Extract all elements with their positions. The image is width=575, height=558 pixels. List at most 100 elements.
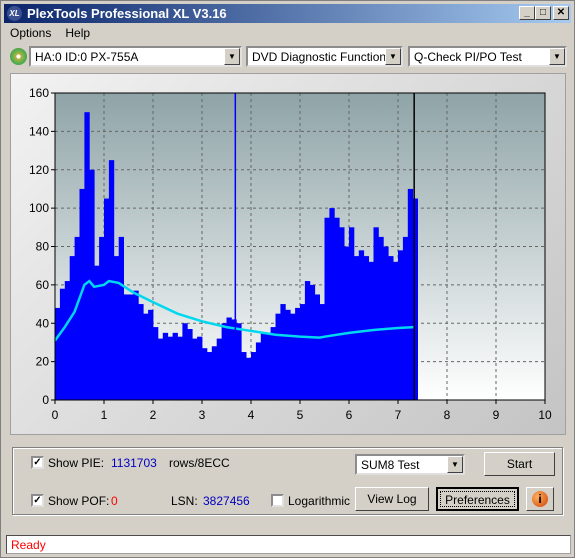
pie-bar (378, 236, 384, 400)
lsn-value: 3827456 (203, 494, 250, 508)
pie-bar (167, 336, 173, 400)
pie-bar (153, 327, 159, 400)
pie-bar (373, 227, 379, 400)
pie-bar (172, 332, 178, 400)
pie-bar (197, 336, 203, 400)
y-tick-label: 120 (29, 163, 49, 177)
x-tick-label: 0 (52, 408, 59, 422)
pie-bar (64, 281, 71, 400)
pie-bar (304, 281, 311, 400)
pie-bar (260, 332, 267, 400)
pie-bar (99, 236, 105, 400)
info-icon: i (532, 491, 548, 507)
pi-po-chart: 0 1 2 3 4 5 6 7 8 9 10020406080100120140160 (29, 86, 552, 422)
x-tick-label: 10 (538, 408, 552, 422)
show-pof-label: Show POF: (48, 494, 110, 508)
pie-bar (270, 327, 276, 400)
pie-bar (280, 304, 286, 400)
x-tick-label: 9 (493, 408, 500, 422)
y-tick-label: 100 (29, 201, 49, 215)
test-mode-select[interactable]: SUM8 Test ▼ (355, 454, 465, 475)
pie-bar (319, 304, 325, 400)
pof-value: 0 (111, 494, 118, 508)
x-tick-label: 7 (395, 408, 402, 422)
pie-bar (55, 307, 61, 400)
pie-value: 1131703 (111, 456, 157, 470)
pie-bar (206, 352, 213, 400)
pie-bar (309, 284, 316, 400)
x-tick-label: 2 (150, 408, 157, 422)
y-tick-label: 40 (36, 316, 50, 330)
pie-bar (192, 338, 198, 400)
pie-bar (349, 227, 355, 400)
pie-bar (128, 294, 134, 400)
logarithmic-checkbox[interactable] (271, 494, 284, 507)
pie-bar (138, 304, 144, 400)
pie-bar (324, 217, 330, 400)
y-tick-label: 60 (36, 278, 50, 292)
pie-bar (236, 323, 242, 400)
x-tick-label: 6 (346, 408, 353, 422)
pie-bar (226, 317, 232, 400)
y-tick-label: 80 (36, 240, 50, 254)
status-bar: Ready (6, 535, 571, 554)
pie-bar (255, 342, 262, 400)
pie-bar (344, 246, 350, 400)
pie-bar (314, 294, 320, 400)
pie-bar (162, 332, 169, 400)
show-pie-label: Show PIE: (48, 456, 105, 470)
y-tick-label: 0 (42, 393, 49, 407)
test-mode-value: SUM8 Test (361, 458, 420, 472)
pie-bar (216, 338, 222, 400)
pie-bar (104, 198, 110, 400)
pie-bar (211, 346, 218, 400)
pie-bar (187, 329, 193, 400)
pie-bar (69, 256, 75, 400)
logarithmic-label: Logarithmic (288, 494, 351, 508)
pie-bar (265, 332, 271, 400)
pie-bar (59, 288, 66, 400)
view-log-button[interactable]: View Log (355, 487, 429, 511)
pie-bar (398, 250, 404, 400)
main-window: XL PlexTools Professional XL V3.16 _ □ ✕… (0, 0, 575, 558)
x-tick-label: 8 (444, 408, 451, 422)
pie-bar (118, 236, 124, 400)
pie-bar (295, 307, 301, 400)
start-button[interactable]: Start (484, 452, 555, 476)
show-pie-checkbox[interactable]: ✓ (31, 456, 44, 469)
chevron-down-icon[interactable]: ▼ (447, 456, 463, 473)
lsn-label: LSN: (171, 494, 198, 508)
pie-bar (285, 309, 291, 400)
pie-bar (251, 352, 257, 400)
pie-bar (182, 323, 188, 400)
x-tick-label: 5 (297, 408, 304, 422)
pie-bar (133, 290, 139, 400)
pie-bar (363, 256, 369, 400)
pie-bar (407, 188, 414, 400)
pie-bar (157, 338, 164, 400)
pie-bar (113, 256, 120, 400)
y-tick-label: 20 (36, 355, 50, 369)
pie-bar (339, 227, 345, 400)
pie-bar (143, 313, 149, 400)
x-tick-label: 3 (199, 408, 206, 422)
pie-bar (74, 236, 80, 400)
pie-unit: rows/8ECC (169, 456, 230, 470)
pie-bar (353, 256, 360, 400)
pie-bar (393, 261, 399, 400)
y-tick-label: 140 (29, 124, 49, 138)
pie-bar (329, 208, 335, 400)
pie-bar (358, 250, 365, 400)
x-tick-label: 1 (101, 408, 108, 422)
pie-bar (290, 313, 296, 400)
show-pof-checkbox[interactable]: ✓ (31, 494, 44, 507)
pie-bar (123, 294, 129, 400)
info-button[interactable]: i (526, 487, 554, 511)
pie-bar (383, 246, 389, 400)
preferences-button[interactable]: Preferences (436, 487, 519, 511)
pie-bar (275, 313, 281, 400)
pie-bar (334, 217, 340, 400)
x-tick-label: 4 (248, 408, 255, 422)
pie-bar (402, 236, 409, 400)
pie-bar (177, 336, 183, 400)
